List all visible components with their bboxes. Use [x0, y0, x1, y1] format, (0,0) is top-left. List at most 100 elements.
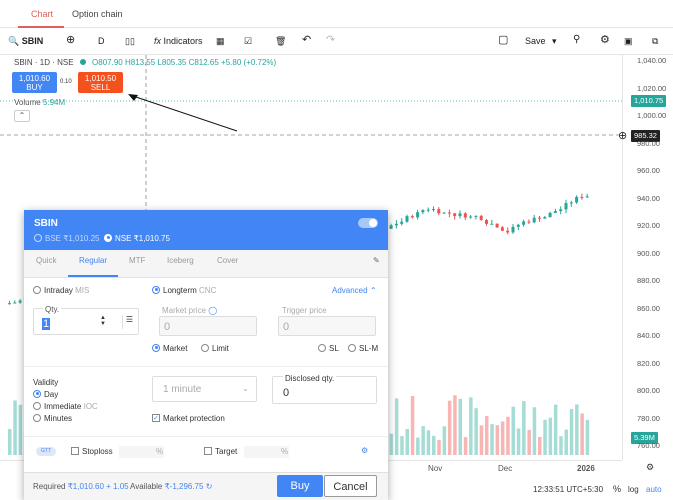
tab-chart[interactable]: Chart — [31, 9, 53, 19]
disclosed-qty-field[interactable]: Disclosed qty. 0 — [272, 374, 377, 404]
quick-buy-button[interactable]: 1,010.60 BUY — [12, 72, 57, 93]
exchange-nse-option[interactable]: NSE ₹1,010.75 — [104, 233, 170, 243]
validity-day[interactable]: Day — [33, 389, 58, 399]
x-tick: Dec — [498, 464, 513, 473]
qty-value[interactable]: 1 — [42, 318, 51, 330]
symbol-search[interactable]: 🔍 SBIN — [8, 36, 43, 47]
percent-toggle[interactable]: % — [613, 484, 621, 494]
add-symbol-icon[interactable]: ⊕ — [66, 33, 75, 46]
candle — [585, 196, 589, 198]
camera-icon[interactable]: ▣ — [624, 36, 633, 47]
gtt-toggle[interactable]: GTT — [36, 447, 56, 456]
timezone-settings-icon[interactable]: ⚙ — [646, 462, 654, 473]
tab-option-chain[interactable]: Option chain — [72, 9, 123, 19]
divider — [24, 436, 388, 437]
search-icon[interactable]: ⚲ — [573, 34, 580, 45]
target-input[interactable]: % — [244, 446, 289, 458]
active-tab-indicator — [18, 26, 64, 28]
tab-cover[interactable]: Cover — [217, 256, 238, 265]
tab-regular[interactable]: Regular — [79, 256, 107, 265]
collapse-legend-button[interactable]: ⌃ — [14, 110, 30, 122]
indicators-button[interactable]: fx Indicators — [154, 36, 203, 46]
lot-layers-icon[interactable]: ☰ — [122, 315, 136, 329]
order-window: SBIN BSE ₹1,010.25 NSE ₹1,010.75 Quick R… — [24, 210, 388, 500]
volume-legend: Volume 5.94M — [14, 98, 66, 107]
tab-iceberg[interactable]: Iceberg — [167, 256, 194, 265]
candle — [569, 202, 573, 204]
price-axis[interactable]: 1,010.75 985.32 5.39M 1,040.00 1,020.00 1,… — [622, 55, 673, 460]
candle — [538, 217, 541, 219]
volume-bar — [410, 396, 415, 455]
candle — [13, 302, 17, 304]
save-dropdown-icon[interactable]: ▾ — [552, 36, 557, 47]
buy-button[interactable]: Buy — [277, 475, 323, 497]
target-checkbox[interactable]: Target — [204, 446, 237, 456]
volume-bar — [13, 400, 17, 455]
y-tick: 840.00 — [637, 331, 660, 340]
candle — [442, 212, 446, 214]
refresh-icon: ↻ — [205, 482, 213, 491]
candle — [426, 209, 430, 211]
y-tick: 980.00 — [637, 138, 660, 148]
product-intraday[interactable]: Intraday MIS — [33, 285, 89, 295]
stoploss-input[interactable]: % — [119, 446, 164, 458]
live-dot-icon — [79, 59, 86, 65]
volume-bar — [421, 426, 425, 455]
log-toggle[interactable]: log — [628, 485, 639, 494]
buy-sell-toggle[interactable] — [358, 218, 378, 228]
candle — [389, 225, 393, 229]
candle — [516, 224, 520, 227]
candle — [479, 215, 483, 221]
y-tick: 920.00 — [637, 221, 660, 230]
qty-field[interactable]: Qty. 1 ▲ ▼ ☰ — [33, 305, 139, 335]
exchange-bse-option[interactable]: BSE ₹1,010.25 — [34, 233, 99, 243]
add-alert-icon[interactable]: ⊕ — [618, 129, 627, 142]
checklist-icon[interactable]: ☑ — [244, 36, 252, 47]
candle — [416, 212, 420, 218]
undo-icon[interactable]: ↶ — [302, 33, 311, 46]
auto-toggle[interactable]: auto — [646, 485, 662, 494]
candle-type-icon[interactable]: ▯▯ — [125, 36, 135, 47]
trigger-price-field[interactable]: 0 — [278, 316, 376, 336]
product-longterm[interactable]: Longterm CNC — [152, 285, 216, 295]
volume-bar — [564, 429, 568, 455]
redo-icon[interactable]: ↷ — [326, 33, 335, 46]
validity-minutes[interactable]: Minutes — [33, 413, 72, 423]
stoploss-checkbox[interactable]: Stoploss — [71, 446, 113, 456]
edit-icon[interactable]: ✎ — [373, 256, 380, 265]
interval-button[interactable]: D — [98, 36, 105, 46]
order-type-sl[interactable]: SL — [318, 343, 339, 353]
fullscreen-icon[interactable]: ⧉ — [652, 36, 658, 47]
candle — [559, 209, 563, 212]
candle — [421, 210, 425, 213]
validity-immediate[interactable]: Immediate IOC — [33, 401, 98, 411]
save-button[interactable]: Save — [525, 36, 546, 46]
order-type-limit[interactable]: Limit — [201, 343, 229, 353]
trash-icon[interactable]: 🗑 — [275, 36, 286, 47]
candle — [8, 303, 11, 305]
qty-stepper-icon[interactable]: ▲ ▼ — [100, 315, 106, 327]
cancel-button[interactable]: Cancel — [324, 475, 377, 497]
order-type-market[interactable]: Market — [152, 343, 187, 353]
y-tick: 1,040.00 — [637, 56, 667, 65]
order-type-slm[interactable]: SL-M — [348, 343, 378, 353]
layout-icon[interactable]: ▢ — [498, 33, 508, 46]
advanced-toggle[interactable]: Advanced ⌃ — [332, 286, 377, 295]
templates-icon[interactable]: ▦ — [216, 36, 225, 47]
market-price-field[interactable]: 0 — [159, 316, 257, 336]
candle — [485, 220, 488, 224]
volume-bar — [442, 426, 447, 455]
tab-mtf[interactable]: MTF — [129, 256, 145, 265]
minutes-select[interactable]: 1 minute ⌄ — [152, 376, 257, 402]
candle — [564, 203, 568, 210]
settings-gear-icon[interactable]: ⚙ — [600, 33, 610, 46]
tab-quick[interactable]: Quick — [36, 256, 56, 265]
volume-bar — [8, 429, 12, 455]
y-tick: 760.00 — [637, 441, 660, 450]
quick-sell-button[interactable]: 1,010.50 SELL — [78, 72, 123, 93]
gtt-settings-icon[interactable]: ⚙ — [361, 446, 368, 455]
market-protection-checkbox[interactable]: ✓ Market protection — [152, 413, 225, 423]
chart-toolbar: 🔍 SBIN ⊕ D ▯▯ fx Indicators ▦ ☑ 🗑 ↶ ↷ ▢ … — [0, 29, 673, 55]
order-footer: Required ₹1,010.60 + 1.05 Available ₹-1,… — [24, 472, 388, 500]
volume-bar — [437, 439, 441, 455]
